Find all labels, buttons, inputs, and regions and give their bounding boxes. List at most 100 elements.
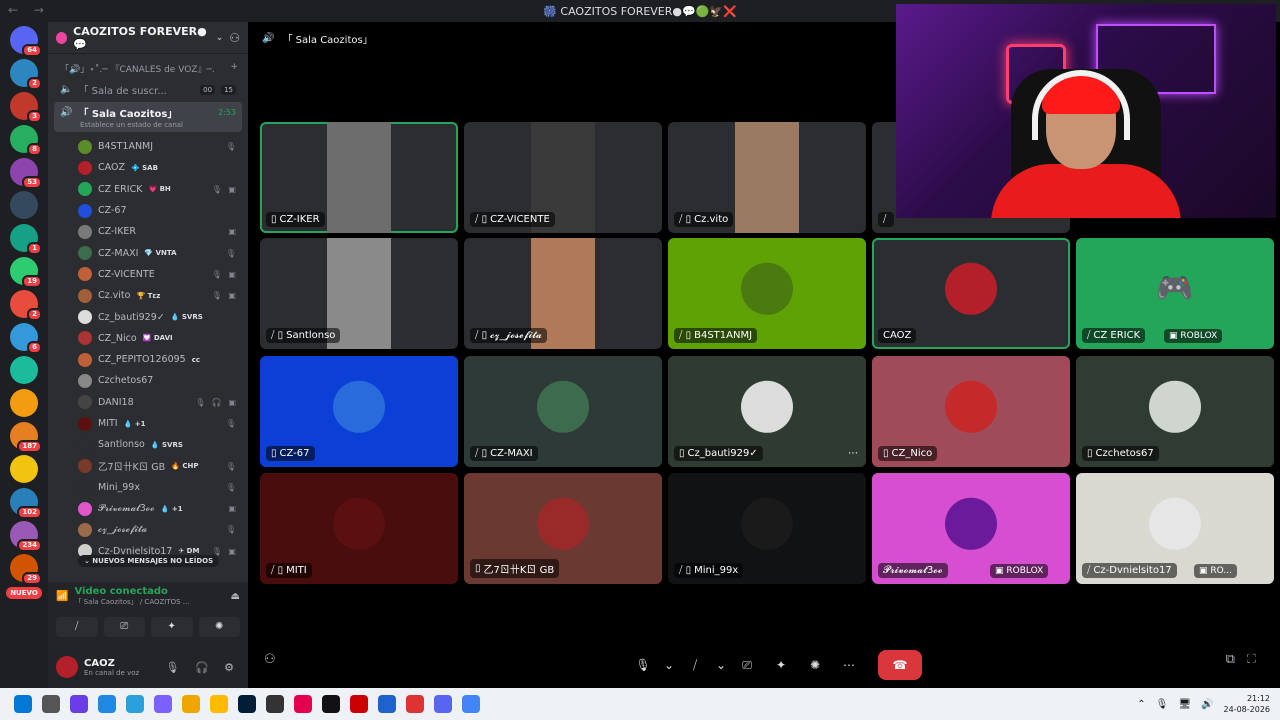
volume-icon[interactable]: 🔊 xyxy=(1201,699,1213,710)
voice-member[interactable]: CZ_PEPITO126095 cc xyxy=(48,349,248,370)
taskbar-app-icon[interactable] xyxy=(70,695,88,713)
participant-tile[interactable]: ⧸ ▯ MITI xyxy=(260,473,458,584)
participant-tile[interactable]: ⧸ ▯ B4ST1ANMJ xyxy=(668,238,866,349)
voice-category[interactable]: 「🔊」⋆˚.─ 『CANALES de VOZ』─. + xyxy=(48,54,248,77)
voice-member[interactable]: Mini_99x 🎙 xyxy=(48,477,248,498)
add-channel-icon[interactable]: + xyxy=(230,62,238,75)
participant-tile[interactable]: ⧸ ▯ Santlonso xyxy=(260,238,458,349)
voice-member[interactable]: 乙7ㄖ卄Kㄖ GB 🔥 CHP 🎙 xyxy=(48,455,248,476)
popout-fullscreen-icons[interactable]: ⧉⛶ xyxy=(1226,652,1268,667)
taskbar-app-icon[interactable] xyxy=(238,695,256,713)
taskbar-app-icon[interactable] xyxy=(210,695,228,713)
windows-start-icon[interactable] xyxy=(14,695,32,713)
taskbar-app-icon[interactable] xyxy=(182,695,200,713)
taskbar-app-icon[interactable] xyxy=(154,695,172,713)
taskbar-app-icon[interactable] xyxy=(434,695,452,713)
taskbar-app-icon[interactable] xyxy=(462,695,480,713)
nav-arrows[interactable]: ← → xyxy=(8,3,50,17)
clock[interactable]: 21:12 24-08-2026 xyxy=(1224,693,1271,715)
voice-member[interactable]: CZ ERICK 💗 BH 🎙 ▣ xyxy=(48,179,248,200)
voice-member[interactable]: CZ-MAXI 💎 VNTA 🎙 xyxy=(48,242,248,263)
server-icon[interactable]: 187 xyxy=(10,422,42,453)
voice-member[interactable]: B4ST1ANMJ 🎙 xyxy=(48,136,248,157)
participant-tile[interactable]: ▯ CZ_Nico xyxy=(872,356,1070,467)
participant-tile[interactable]: ⧸ ▯ Mini_99x xyxy=(668,473,866,584)
server-icon[interactable]: 6 xyxy=(10,323,42,354)
taskbar-app-icon[interactable] xyxy=(350,695,368,713)
participant-tile[interactable]: CAOZ xyxy=(872,238,1070,349)
voice-member[interactable]: MITI 💧 +1 🎙 xyxy=(48,413,248,434)
voice-member[interactable]: CZ_Nico 💟 DAVI xyxy=(48,328,248,349)
camera-toggle-button[interactable]: ⧸ xyxy=(56,617,98,637)
server-icon[interactable]: 1 xyxy=(10,224,42,255)
voice-member[interactable]: CZ-VICENTE 🎙 ▣ xyxy=(48,264,248,285)
hang-up-button[interactable]: ☎ xyxy=(878,650,922,680)
participant-tile[interactable]: ▯ 乙7ㄖ卄Kㄖ GB xyxy=(464,473,662,584)
server-icon[interactable]: 3 xyxy=(10,92,42,123)
voice-member[interactable]: CZ-IKER ▣ xyxy=(48,221,248,242)
voice-member[interactable]: Santlonso 💧 SVRS xyxy=(48,434,248,455)
voice-member[interactable]: Czchetos67 xyxy=(48,370,248,391)
screen-share-button[interactable]: ⎚ xyxy=(732,654,762,676)
invite-icon[interactable]: ⚇ xyxy=(229,31,240,45)
new-pill[interactable]: NUEVO xyxy=(6,587,42,599)
disconnect-icon[interactable]: ⏏ xyxy=(231,591,240,602)
new-messages-pill[interactable]: ⌄ NUEVOS MENSAJES NO LEÍDOS xyxy=(78,555,220,567)
avatar[interactable] xyxy=(56,656,78,678)
server-icon[interactable]: 64 xyxy=(10,26,42,57)
soundboard-button[interactable]: ✺ xyxy=(198,617,240,637)
server-icon[interactable]: 8 xyxy=(10,125,42,156)
screen-share-button[interactable]: ⎚ xyxy=(103,617,145,637)
mic-tray-icon[interactable]: 🎙 xyxy=(1156,699,1169,710)
soundboard-button[interactable]: ✺ xyxy=(800,654,830,676)
voice-member[interactable]: DANI18 🎙 🎧 ▣ xyxy=(48,392,248,413)
taskbar-app-icon[interactable] xyxy=(98,695,116,713)
user-tools[interactable]: 🎙 🎧 ⚙ xyxy=(165,661,240,674)
channel-status-prompt[interactable]: Establece un estado de canal xyxy=(60,121,183,129)
taskbar-app-icon[interactable] xyxy=(406,695,424,713)
participant-tile[interactable]: ▯ Czchetos67 xyxy=(1076,356,1274,467)
server-icon[interactable]: 53 xyxy=(10,158,42,189)
network-icon[interactable]: 🖥 xyxy=(1178,699,1191,710)
server-icon[interactable]: 2 xyxy=(10,59,42,90)
server-icon[interactable]: 19 xyxy=(10,257,42,288)
voice-channel[interactable]: 🔈 「 Sala de suscr... 00 15 xyxy=(54,79,242,100)
taskbar-app-icon[interactable] xyxy=(378,695,396,713)
participant-tile[interactable]: ⧸ ▯ Cz.vito xyxy=(668,122,866,233)
taskbar-app-icon[interactable] xyxy=(266,695,284,713)
voice-member[interactable]: CZ-67 xyxy=(48,200,248,221)
mic-button[interactable]: 🎙 xyxy=(628,654,658,676)
participant-tile[interactable]: ▯ Cz_bauti929✓ ⋯ xyxy=(668,356,866,467)
voice-member[interactable]: CAOZ 💠 SAB xyxy=(48,157,248,178)
taskbar-app-icon[interactable] xyxy=(294,695,312,713)
taskbar-app-icon[interactable] xyxy=(322,695,340,713)
participant-tile[interactable]: ▯ CZ-67 xyxy=(260,356,458,467)
participant-tile[interactable]: ⧸ ▯ CZ-VICENTE xyxy=(464,122,662,233)
server-icon[interactable]: 234 xyxy=(10,521,42,552)
participant-tile[interactable]: 𝓟𝓻𝓲𝓿𝓸𝓶𝓪𝓽3𝓸𝓸 ▣ ROBLOX xyxy=(872,473,1070,584)
server-icon[interactable] xyxy=(10,389,38,417)
voice-member[interactable]: 𝓟𝓻𝓲𝓿𝓸𝓶𝓪𝓽3𝓸𝓸 💧 +1 ▣ xyxy=(48,498,248,519)
mic-options-chevron[interactable]: ⌄ xyxy=(662,654,676,676)
voice-member[interactable]: Cz.vito 🏆 Tεz 🎙 ▣ xyxy=(48,285,248,306)
server-icon[interactable] xyxy=(10,191,38,219)
taskbar-app-icon[interactable] xyxy=(42,695,60,713)
tile-more-icon[interactable]: ⋯ xyxy=(848,448,858,459)
more-options-button[interactable]: ⋯ xyxy=(834,654,864,676)
activities-button[interactable]: ✦ xyxy=(151,617,193,637)
chevron-down-icon[interactable]: ⌄ xyxy=(216,33,224,43)
active-voice-channel[interactable]: 🔊 「 Sala Caozitos」 2:53 Establece un est… xyxy=(54,102,242,132)
guild-header[interactable]: CAOZITOS FOREVER●💬 ⌄ ⚇ xyxy=(48,22,248,54)
taskbar-app-icon[interactable] xyxy=(126,695,144,713)
participant-tile[interactable]: 🎮 ⧸ CZ ERICK ▣ ROBLOX xyxy=(1076,238,1274,349)
server-icon[interactable]: 2 xyxy=(10,290,42,321)
voice-member[interactable]: Cz_bauti929✓ 💧 SVRS xyxy=(48,306,248,327)
server-icon[interactable]: 29 xyxy=(10,554,42,585)
participant-tile[interactable]: ⧸ ▯ 𝓬𝔃_𝓳𝓸𝓼𝓮𝓯𝓲𝓽𝓪 xyxy=(464,238,662,349)
participant-tile[interactable]: ▯ CZ-IKER xyxy=(260,122,458,233)
server-icon[interactable] xyxy=(10,356,38,384)
server-icon[interactable] xyxy=(10,455,38,483)
tray-chevron-icon[interactable]: ⌃ xyxy=(1137,699,1145,710)
invite-people-icon[interactable]: ⚇ xyxy=(264,652,276,667)
voice-member[interactable]: 𝓬𝔃_𝓳𝓸𝓼𝓮𝓯𝓲𝓽𝓪 🎙 xyxy=(48,519,248,540)
